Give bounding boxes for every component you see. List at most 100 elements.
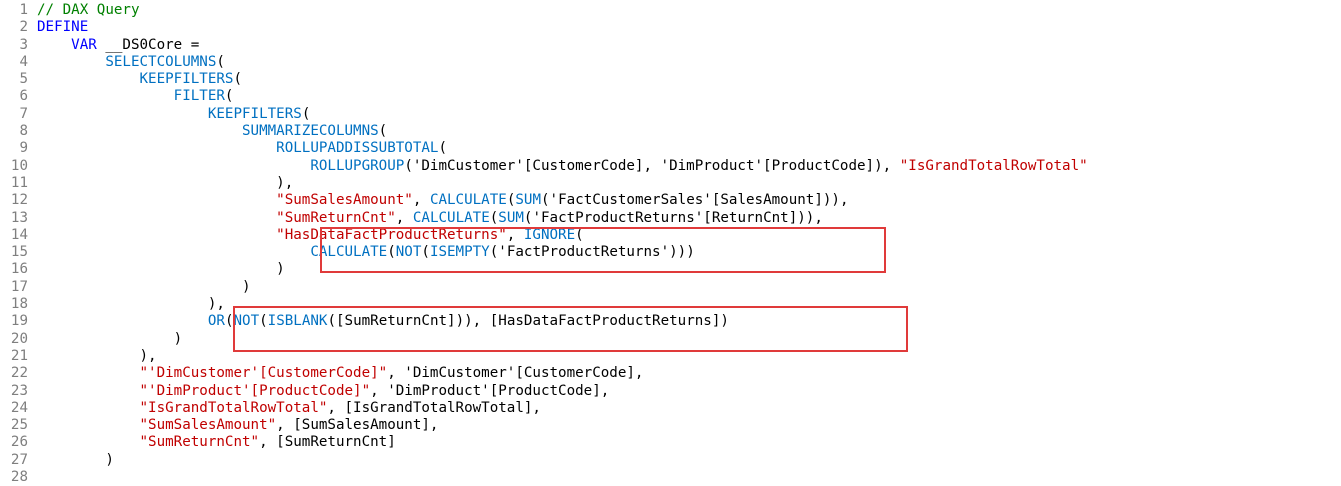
code-line[interactable]: 10 ROLLUPGROUP('DimCustomer'[CustomerCod… xyxy=(0,158,1341,175)
line-code: "IsGrandTotalRowTotal", [IsGrandTotalRow… xyxy=(37,400,541,417)
line-number: 10 xyxy=(10,157,28,174)
line-number: 3 xyxy=(19,36,28,53)
code-token-tx: , [SumSalesAmount], xyxy=(276,417,439,434)
code-token-tx: ( xyxy=(233,71,243,88)
line-number: 2 xyxy=(19,19,28,36)
code-line[interactable]: 13 "SumReturnCnt", CALCULATE(SUM('FactPr… xyxy=(0,210,1341,227)
line-code: // DAX Query xyxy=(37,2,140,19)
line-number: 24 xyxy=(10,399,28,416)
code-token-tx: , 'DimProduct'[ProductCode], xyxy=(370,382,610,399)
code-token-tx xyxy=(37,227,276,243)
code-line[interactable]: 25 "SumSalesAmount", [SumSalesAmount], xyxy=(0,417,1341,434)
code-token-tx: ), xyxy=(37,174,294,191)
code-token-fn: CALCULATE xyxy=(412,209,490,226)
line-code: OR(NOT(ISBLANK([SumReturnCnt])), [HasDat… xyxy=(37,313,729,330)
code-line[interactable]: 24 "IsGrandTotalRowTotal", [IsGrandTotal… xyxy=(0,400,1341,417)
code-token-str: "IsGrandTotalRowTotal" xyxy=(139,399,328,416)
line-code: ), xyxy=(37,348,156,365)
line-number: 23 xyxy=(10,382,28,399)
code-token-tx xyxy=(37,400,140,416)
code-token-fn: KEEPFILTERS xyxy=(139,71,234,88)
line-number: 8 xyxy=(19,123,28,140)
code-line[interactable]: 6 FILTER( xyxy=(0,88,1341,105)
code-line[interactable]: 28 xyxy=(0,469,1341,486)
line-code: "SumReturnCnt", CALCULATE(SUM('FactProdu… xyxy=(37,210,823,227)
code-line[interactable]: 19 OR(NOT(ISBLANK([SumReturnCnt])), [Has… xyxy=(0,313,1341,330)
line-number: 25 xyxy=(10,417,28,434)
line-code: "SumSalesAmount", CALCULATE(SUM('FactCus… xyxy=(37,192,848,209)
code-token-tx: ( xyxy=(387,244,396,261)
dax-query-editor[interactable]: 1 // DAX Query 2 DEFINE 3 VAR __DS0Core = 4 S… xyxy=(0,2,1341,486)
code-token-fn: NOT xyxy=(395,244,422,261)
code-token-kw: VAR xyxy=(71,36,97,53)
code-token-kw: DEFINE xyxy=(37,19,89,36)
code-line[interactable]: 21 ), xyxy=(0,348,1341,365)
line-code: "SumSalesAmount", [SumSalesAmount], xyxy=(37,417,439,434)
code-token-fn: ISBLANK xyxy=(267,313,328,330)
code-line[interactable]: 11 ), xyxy=(0,175,1341,192)
line-number: 9 xyxy=(19,140,28,157)
code-token-tx: ( xyxy=(575,226,584,243)
line-number: 16 xyxy=(10,261,28,278)
line-number: 1 xyxy=(19,2,28,18)
code-token-tx xyxy=(37,54,105,70)
code-token-fn: OR xyxy=(207,313,225,330)
code-line[interactable]: 27 ) xyxy=(0,452,1341,469)
code-token-tx: ([SumReturnCnt])), [HasDataFactProductRe… xyxy=(327,313,729,330)
code-line[interactable]: 9 ROLLUPADDISSUBTOTAL( xyxy=(0,140,1341,157)
code-token-tx xyxy=(37,37,71,53)
line-number: 27 xyxy=(10,451,28,468)
code-line[interactable]: 26 "SumReturnCnt", [SumReturnCnt] xyxy=(0,434,1341,451)
code-token-fn: CALCULATE xyxy=(310,244,388,261)
code-token-tx: , [SumReturnCnt] xyxy=(259,434,396,451)
code-token-str: "SumReturnCnt" xyxy=(276,209,396,226)
line-code: "'DimCustomer'[CustomerCode]", 'DimCusto… xyxy=(37,365,644,382)
code-line[interactable]: 17 ) xyxy=(0,279,1341,296)
code-token-fn: KEEPFILTERS xyxy=(207,105,302,122)
code-line[interactable]: 12 "SumSalesAmount", CALCULATE(SUM('Fact… xyxy=(0,192,1341,209)
code-token-fn: SUM xyxy=(515,192,541,209)
code-token-fn: NOT xyxy=(233,313,260,330)
code-token-tx: ) xyxy=(37,451,114,468)
line-number: 28 xyxy=(10,469,28,486)
line-code: FILTER( xyxy=(37,88,234,105)
code-line[interactable]: 4 SELECTCOLUMNS( xyxy=(0,54,1341,71)
line-code: ) xyxy=(37,331,183,348)
code-token-tx xyxy=(37,313,208,329)
code-token-tx: ( xyxy=(438,140,448,157)
code-line[interactable]: 23 "'DimProduct'[ProductCode]", 'DimProd… xyxy=(0,383,1341,400)
code-token-fn: SELECTCOLUMNS xyxy=(105,53,217,70)
line-code: CALCULATE(NOT(ISEMPTY('FactProductReturn… xyxy=(37,244,694,261)
code-token-fn: SUM xyxy=(498,209,524,226)
line-number: 17 xyxy=(10,278,28,295)
code-token-str: "SumSalesAmount" xyxy=(276,192,413,209)
code-line[interactable]: 20 ) xyxy=(0,331,1341,348)
code-line[interactable]: 14 "HasDataFactProductReturns", IGNORE( xyxy=(0,227,1341,244)
code-line[interactable]: 3 VAR __DS0Core = xyxy=(0,37,1341,54)
line-code: "'DimProduct'[ProductCode]", 'DimProduct… xyxy=(37,382,610,400)
line-number: 22 xyxy=(10,365,28,382)
code-token-tx: ('FactCustomerSales'[SalesAmount])), xyxy=(540,192,849,209)
code-token-tx xyxy=(37,106,208,122)
code-line[interactable]: 15 CALCULATE(NOT(ISEMPTY('FactProductRet… xyxy=(0,244,1341,261)
code-line[interactable]: 5 KEEPFILTERS( xyxy=(0,71,1341,88)
code-line[interactable]: 2 DEFINE xyxy=(0,19,1341,36)
line-number: 15 xyxy=(10,244,28,261)
code-token-tx xyxy=(37,158,310,174)
code-token-tx xyxy=(37,192,276,208)
code-line[interactable]: 1 // DAX Query xyxy=(0,2,1341,19)
code-token-tx: , xyxy=(395,209,413,226)
code-line[interactable]: 16 ) xyxy=(0,261,1341,278)
code-line[interactable]: 18 ), xyxy=(0,296,1341,313)
line-number: 18 xyxy=(10,296,28,313)
line-number: 21 xyxy=(10,347,28,364)
code-token-tx: ) xyxy=(37,278,251,295)
code-token-tx: , xyxy=(506,226,524,243)
code-token-str: "SumSalesAmount" xyxy=(139,417,277,434)
line-code: ), xyxy=(37,296,225,313)
code-line[interactable]: 8 SUMMARIZECOLUMNS( xyxy=(0,123,1341,140)
code-line[interactable]: 22 "'DimCustomer'[CustomerCode]", 'DimCu… xyxy=(0,365,1341,382)
line-number: 26 xyxy=(10,434,28,451)
line-code: ROLLUPADDISSUBTOTAL( xyxy=(37,140,447,157)
code-line[interactable]: 7 KEEPFILTERS( xyxy=(0,106,1341,123)
